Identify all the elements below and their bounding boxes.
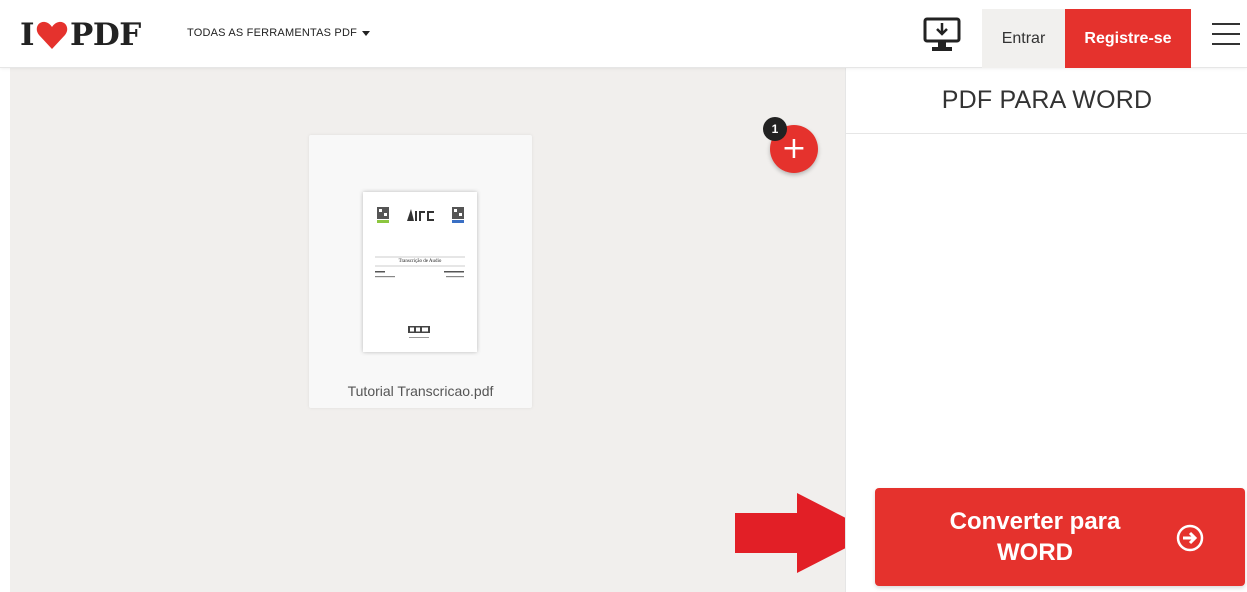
desktop-download-icon — [923, 17, 961, 51]
convert-button-label: Converter para WORD — [949, 508, 1121, 566]
file-name: Tutorial Transcricao.pdf — [347, 383, 494, 399]
arrow-circle-right-icon — [1176, 524, 1204, 552]
logo-letter-i: I — [20, 17, 35, 53]
heart-icon — [36, 21, 68, 49]
pdf-thumbnail: Transcrição de Audio — [363, 192, 477, 352]
hamburger-menu-icon[interactable] — [1212, 23, 1240, 47]
login-button[interactable]: Entrar — [982, 9, 1065, 68]
file-count-badge: 1 — [763, 117, 787, 141]
thumbnail-heading: Transcrição de Audio — [399, 259, 442, 264]
desktop-app-button[interactable] — [920, 16, 964, 54]
file-card[interactable]: Transcrição de Audio Tutorial Transcrica… — [309, 135, 532, 408]
convert-to-word-button[interactable]: Converter para WORD — [875, 488, 1245, 586]
pdf-page-preview: Transcrição de Audio — [375, 207, 465, 338]
all-tools-dropdown[interactable]: TODAS AS FERRAMENTAS PDF — [187, 27, 371, 39]
register-button[interactable]: Registre-se — [1065, 9, 1191, 68]
tool-title: PDF PARA WORD — [846, 68, 1247, 134]
logo-text-pdf: PDF — [70, 17, 141, 53]
plus-icon: + — [781, 131, 807, 166]
all-tools-label: TODAS AS FERRAMENTAS PDF — [187, 27, 358, 39]
options-sidebar: PDF PARA WORD Converter para WORD — [845, 68, 1247, 592]
top-navbar: I PDF TODAS AS FERRAMENTAS PDF Entrar Re… — [0, 0, 1247, 68]
ilovepdf-logo[interactable]: I PDF — [20, 17, 141, 53]
file-workspace: Transcrição de Audio Tutorial Transcrica… — [10, 68, 845, 592]
caret-down-icon — [362, 30, 371, 36]
